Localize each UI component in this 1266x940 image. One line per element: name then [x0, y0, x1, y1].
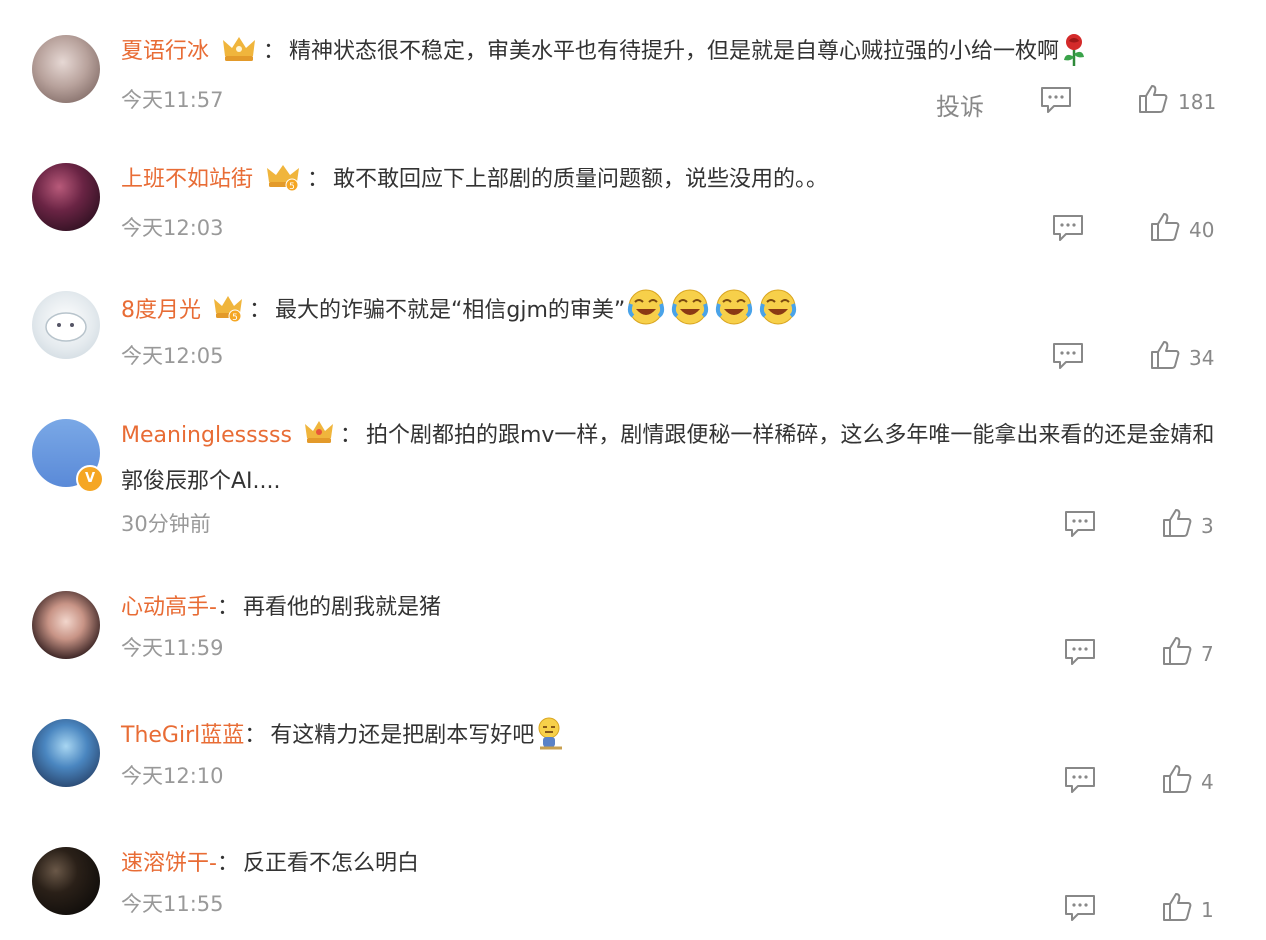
- comment-item: 夏语行冰：精神状态很不稳定，审美水平也有待提升，但是就是自尊心贼拉强的小给一枚啊…: [0, 0, 1266, 128]
- like-count: 1: [1201, 898, 1214, 922]
- username[interactable]: 心动高手-: [121, 595, 217, 620]
- like-icon[interactable]: [1162, 636, 1192, 666]
- comment-item: TheGirl蓝蓝： 有这精力还是把剧本写好吧 今天12:10 4: [0, 684, 1266, 812]
- username[interactable]: 夏语行冰: [121, 39, 209, 64]
- comment-text: 反正看不怎么明白: [242, 851, 419, 876]
- reply-icon[interactable]: [1052, 342, 1084, 370]
- comment-time: 今天12:10: [121, 764, 224, 788]
- crown-badge-icon: [304, 418, 334, 462]
- username[interactable]: 上班不如站街: [121, 167, 253, 192]
- rose-emoji-icon: [1061, 33, 1087, 81]
- comment-time: 今天12:05: [121, 344, 224, 368]
- comment-content: 心动高手-： 再看他的剧我就是猪: [121, 595, 441, 620]
- comment-time: 今天11:59: [121, 636, 224, 660]
- avatar[interactable]: [32, 847, 100, 915]
- crown-badge-icon: [221, 34, 257, 78]
- comment-item: 上班不如站街 5：敢不敢回应下上部剧的质量问题额，说些没用的。。 今天12:03 …: [0, 128, 1266, 256]
- verified-badge-icon: V: [76, 465, 104, 493]
- like-count: 4: [1201, 770, 1214, 794]
- like-count: 34: [1189, 346, 1215, 370]
- comment-content: Meaninglesssss：拍个剧都拍的跟mv一样，剧情跟便秘一样稀碎，这么多…: [121, 416, 1218, 502]
- like-icon[interactable]: [1162, 892, 1192, 922]
- comment-text: 再看他的剧我就是猪: [242, 595, 441, 620]
- like-count: 7: [1201, 642, 1214, 666]
- avatar[interactable]: [32, 719, 100, 787]
- reply-icon[interactable]: [1064, 510, 1096, 538]
- comment-content: 8度月光 5：最大的诈骗不就是“相信gjm的审美”: [121, 288, 1218, 340]
- comment-item: 心动高手-： 再看他的剧我就是猪 今天11:59 7: [0, 556, 1266, 684]
- avatar[interactable]: [32, 163, 100, 231]
- comment-text: 有这精力还是把剧本写好吧: [270, 723, 535, 748]
- username[interactable]: Meaninglesssss: [121, 423, 292, 448]
- comment-time: 今天11:55: [121, 892, 224, 916]
- reply-icon[interactable]: [1064, 894, 1096, 922]
- username[interactable]: 速溶饼干-: [121, 851, 217, 876]
- avatar[interactable]: [32, 35, 100, 103]
- report-button[interactable]: 投诉: [936, 87, 984, 122]
- reply-icon[interactable]: [1064, 766, 1096, 794]
- like-count: 40: [1189, 218, 1215, 242]
- comment-text: 精神状态很不稳定，审美水平也有待提升，但是就是自尊心贼拉强的小给一枚啊: [289, 39, 1060, 64]
- reply-icon[interactable]: [1052, 214, 1084, 242]
- comment-content: TheGirl蓝蓝： 有这精力还是把剧本写好吧: [121, 716, 1218, 765]
- username[interactable]: TheGirl蓝蓝: [121, 723, 244, 748]
- like-icon[interactable]: [1138, 84, 1168, 114]
- comment-time: 今天12:03: [121, 216, 224, 240]
- laugh-cry-emoji-icon: [627, 288, 803, 340]
- comment-item: 速溶饼干-： 反正看不怎么明白 今天11:55 1: [0, 812, 1266, 940]
- comment-item: V Meaninglesssss：拍个剧都拍的跟mv一样，剧情跟便秘一样稀碎，这…: [0, 384, 1266, 556]
- crown-badge-icon: 5: [213, 293, 243, 337]
- like-count: 3: [1201, 514, 1214, 538]
- comment-content: 上班不如站街 5：敢不敢回应下上部剧的质量问题额，说些没用的。。: [121, 160, 1218, 206]
- like-icon[interactable]: [1162, 764, 1192, 794]
- speechless-emoji-icon: [536, 717, 564, 765]
- avatar[interactable]: V: [32, 419, 104, 493]
- reply-icon[interactable]: [1040, 86, 1072, 114]
- svg-text:5: 5: [289, 182, 295, 192]
- svg-text:5: 5: [232, 313, 238, 323]
- comment-text: 最大的诈骗不就是“相信gjm的审美”: [275, 298, 626, 323]
- comment-item: 8度月光 5：最大的诈骗不就是“相信gjm的审美” 今天12:05 34: [0, 256, 1266, 384]
- crown-badge-icon: 5: [265, 162, 301, 206]
- comment-time: 30分钟前: [121, 512, 211, 536]
- like-count: 181: [1178, 90, 1217, 114]
- like-icon[interactable]: [1150, 340, 1180, 370]
- comment-content: 夏语行冰：精神状态很不稳定，审美水平也有待提升，但是就是自尊心贼拉强的小给一枚啊: [121, 32, 1218, 81]
- like-icon[interactable]: [1162, 508, 1192, 538]
- comment-list: 夏语行冰：精神状态很不稳定，审美水平也有待提升，但是就是自尊心贼拉强的小给一枚啊…: [0, 0, 1266, 938]
- avatar[interactable]: [32, 291, 100, 359]
- comment-text: 敢不敢回应下上部剧的质量问题额，说些没用的。。: [333, 167, 829, 192]
- avatar[interactable]: [32, 591, 100, 659]
- reply-icon[interactable]: [1064, 638, 1096, 666]
- like-icon[interactable]: [1150, 212, 1180, 242]
- comment-time: 今天11:57: [121, 88, 224, 112]
- comment-content: 速溶饼干-： 反正看不怎么明白: [121, 851, 419, 876]
- username[interactable]: 8度月光: [121, 298, 201, 323]
